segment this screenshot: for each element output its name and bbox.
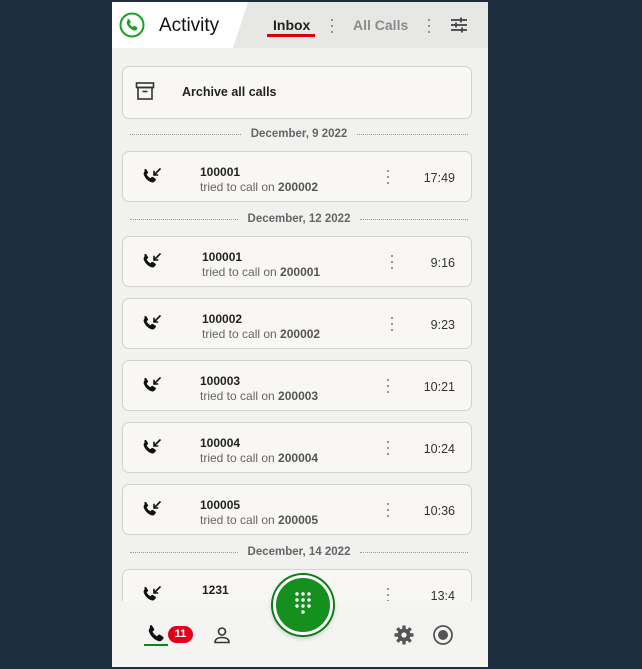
active-tab-indicator bbox=[267, 34, 315, 37]
call-row[interactable]: 100003 tried to call on 200003 10:21 bbox=[122, 360, 472, 411]
call-menu-icon[interactable] bbox=[385, 441, 391, 455]
active-nav-indicator bbox=[144, 644, 168, 646]
phone-icon[interactable] bbox=[145, 623, 167, 645]
phone-app: Activity Inbox All Calls Archive all cal… bbox=[112, 2, 488, 667]
tab-inbox[interactable]: Inbox bbox=[273, 17, 310, 33]
call-menu-icon[interactable] bbox=[385, 170, 391, 184]
header: Activity Inbox All Calls bbox=[112, 2, 488, 48]
call-menu-icon[interactable] bbox=[389, 317, 395, 331]
date-divider: December, 14 2022 bbox=[130, 545, 469, 559]
call-row[interactable]: 100002 tried to call on 200002 9:23 bbox=[122, 298, 472, 349]
tab-all-calls[interactable]: All Calls bbox=[353, 17, 408, 33]
archive-all-calls-label: Archive all calls bbox=[182, 85, 277, 99]
missed-call-icon bbox=[142, 376, 162, 393]
caller-number: 100005 bbox=[200, 498, 241, 512]
caller-number: 100001 bbox=[200, 165, 241, 179]
call-time: 10:36 bbox=[423, 504, 455, 518]
call-description: tried to call on 200002 bbox=[202, 327, 321, 341]
all-calls-menu-icon[interactable] bbox=[426, 19, 432, 33]
call-time: 17:49 bbox=[423, 171, 455, 185]
missed-call-icon bbox=[142, 438, 162, 455]
date-divider: December, 12 2022 bbox=[130, 212, 469, 226]
call-time: 10:24 bbox=[423, 442, 455, 456]
call-menu-icon[interactable] bbox=[385, 379, 391, 393]
call-menu-icon[interactable] bbox=[389, 255, 395, 269]
call-row[interactable]: 100001 tried to call on 200001 9:16 bbox=[122, 236, 472, 287]
call-description: tried to call on 200003 bbox=[200, 389, 319, 403]
date-divider: December, 9 2022 bbox=[130, 127, 469, 141]
missed-call-icon bbox=[142, 314, 162, 331]
settings-icon[interactable] bbox=[393, 624, 415, 646]
call-description: tried to call on 200001 bbox=[202, 265, 321, 279]
missed-call-icon bbox=[142, 167, 162, 184]
missed-calls-badge: 11 bbox=[168, 626, 193, 643]
call-time: 9:16 bbox=[430, 256, 455, 270]
call-description: tried to call on 200005 bbox=[200, 513, 319, 527]
call-row[interactable]: 100001 tried to call on 200002 17:49 bbox=[122, 151, 472, 202]
dialpad-icon bbox=[295, 592, 311, 614]
call-description: tried to call on 200002 bbox=[200, 180, 319, 194]
call-row[interactable]: 100005 tried to call on 200005 10:36 bbox=[122, 484, 472, 535]
record-icon[interactable] bbox=[432, 624, 454, 646]
call-time: 10:21 bbox=[423, 380, 455, 394]
filter-settings-icon[interactable] bbox=[450, 16, 468, 34]
caller-number: 100002 bbox=[202, 312, 243, 326]
missed-call-icon bbox=[142, 252, 162, 269]
caller-number: 100001 bbox=[202, 250, 243, 264]
dialpad-button[interactable] bbox=[273, 575, 333, 635]
call-time: 9:23 bbox=[430, 318, 455, 332]
caller-number: 1231 bbox=[202, 583, 229, 597]
call-menu-icon[interactable] bbox=[385, 588, 391, 602]
caller-number: 100003 bbox=[200, 374, 241, 388]
page-title: Activity bbox=[159, 15, 220, 36]
caller-number: 100004 bbox=[200, 436, 241, 450]
archive-icon bbox=[135, 82, 155, 100]
archive-all-calls-button[interactable]: Archive all calls bbox=[122, 66, 472, 119]
missed-call-icon bbox=[142, 500, 162, 517]
call-menu-icon[interactable] bbox=[385, 503, 391, 517]
phone-logo-icon bbox=[119, 12, 145, 38]
call-description: tried to call on 200004 bbox=[200, 451, 319, 465]
contacts-icon[interactable] bbox=[212, 625, 232, 645]
call-row[interactable]: 100004 tried to call on 200004 10:24 bbox=[122, 422, 472, 473]
inbox-menu-icon[interactable] bbox=[329, 19, 335, 33]
